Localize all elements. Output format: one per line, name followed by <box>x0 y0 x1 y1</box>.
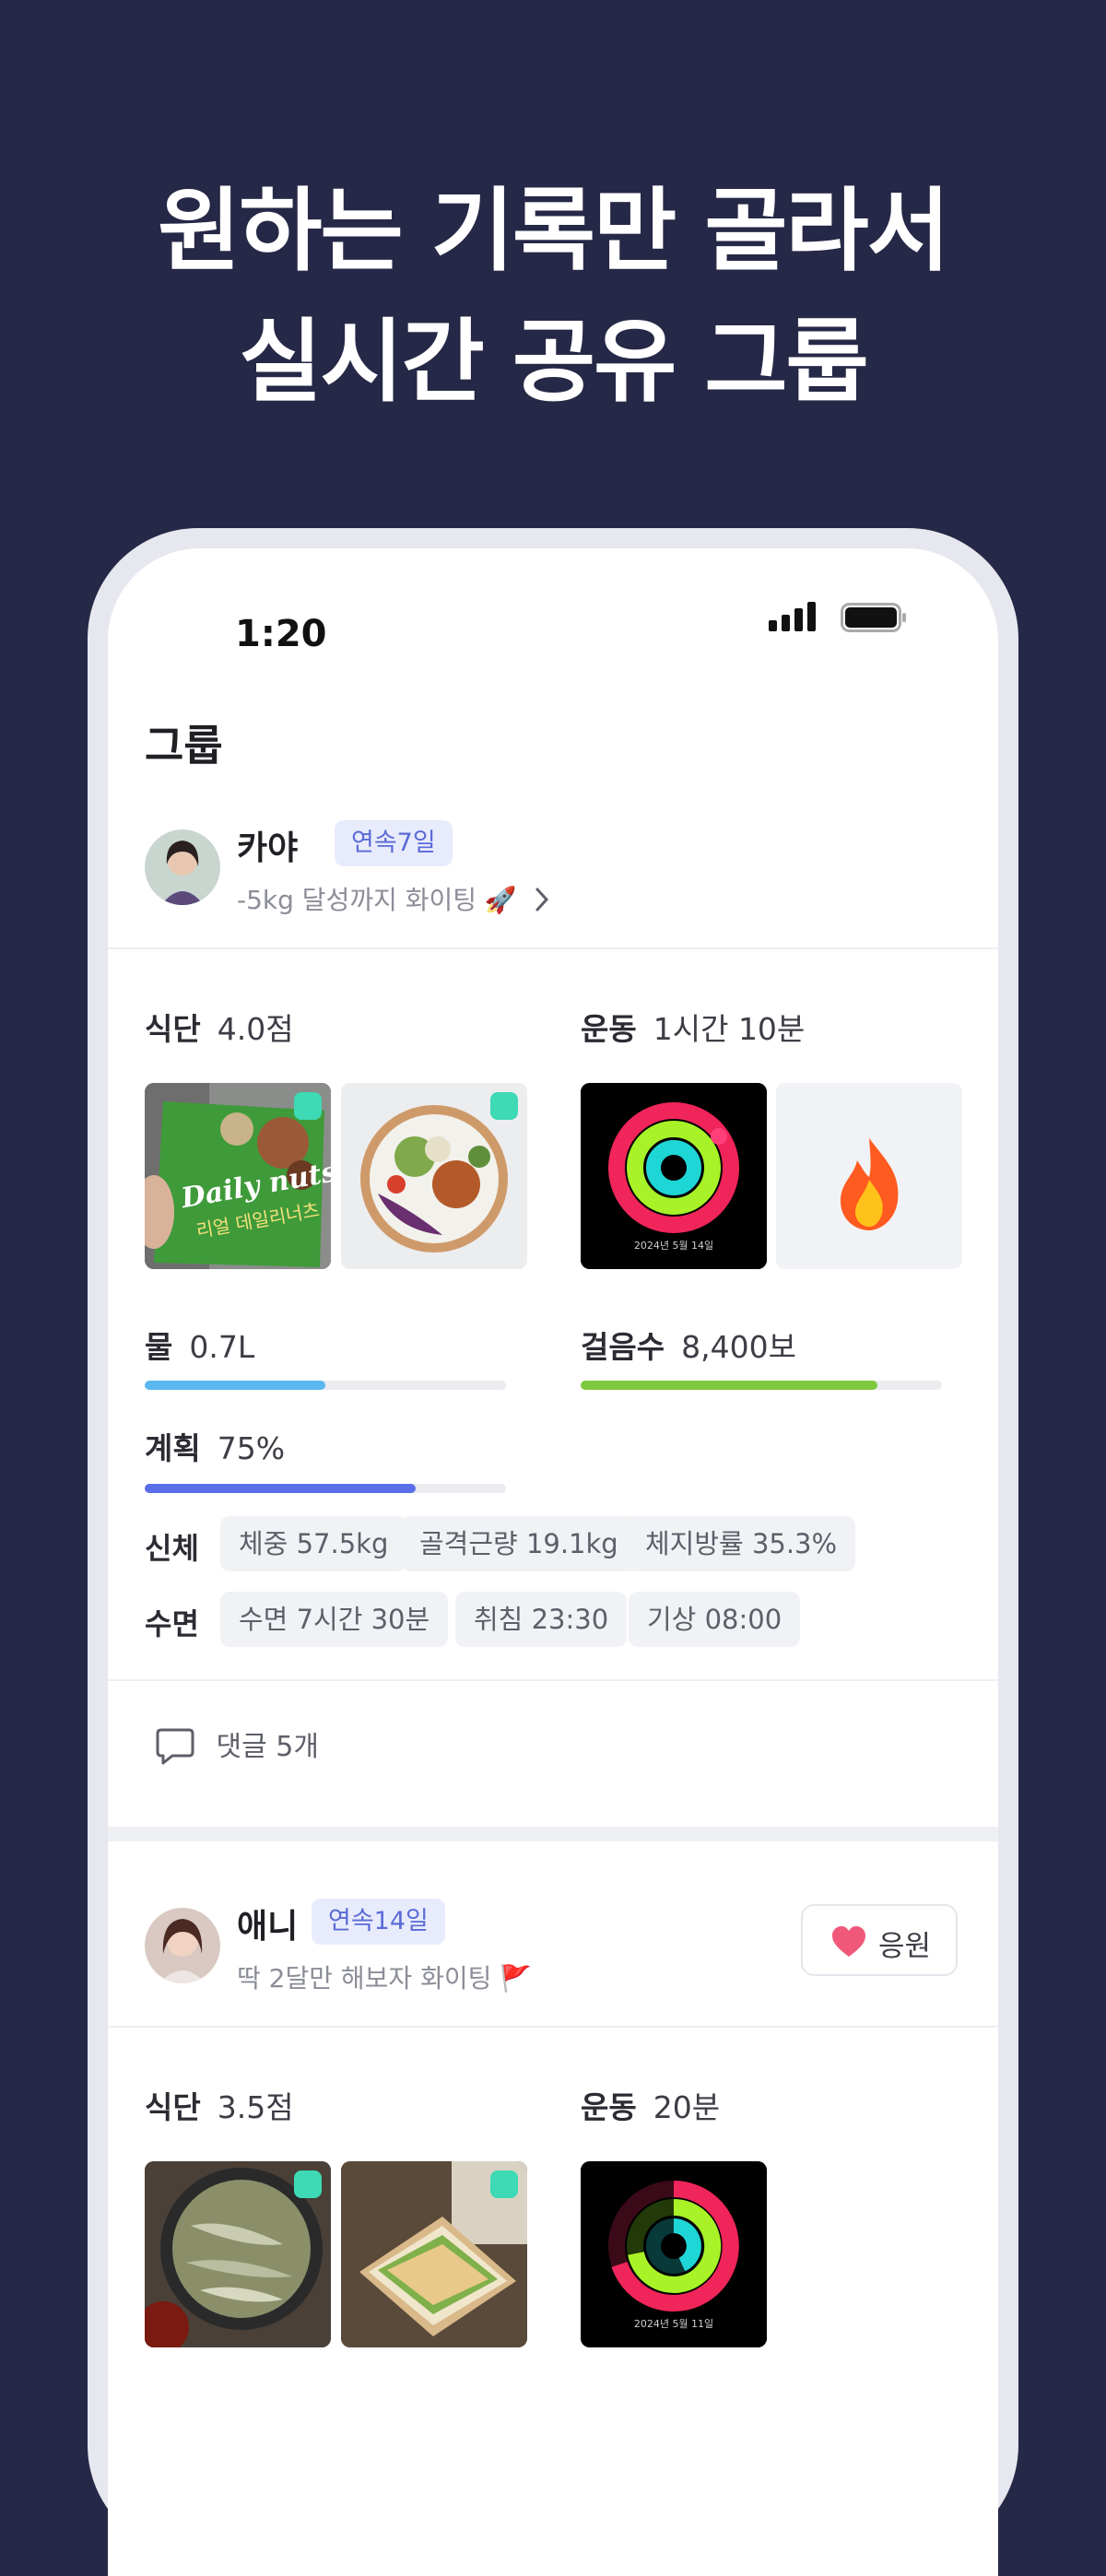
water-progress-fill <box>145 1381 325 1390</box>
streak-badge: 연속14일 <box>312 1899 445 1945</box>
plan-label: 계획 <box>145 1430 201 1466</box>
check-badge <box>294 2170 322 2198</box>
avatar[interactable] <box>145 829 220 905</box>
body-chip-weight: 체중 57.5kg <box>220 1516 407 1571</box>
activity-rings-image: 2024년 5월 11일 <box>581 2161 767 2347</box>
diet-label: 식단 <box>145 1011 201 1047</box>
plan-progress-fill <box>145 1484 416 1493</box>
sleep-label: 수면 <box>145 1606 199 1641</box>
avatar-photo <box>145 1908 220 1983</box>
diet-photo-nuts[interactable]: Daily nuts 리얼 데일리너츠 <box>145 1083 331 1269</box>
steps-progress-fill <box>581 1381 877 1390</box>
page-title: 그룹 <box>145 721 223 770</box>
sleep-chip-duration: 수면 7시간 30분 <box>220 1592 449 1647</box>
battery-icon <box>841 603 906 632</box>
steps-stat: 걸음수 8,400보 <box>581 1323 796 1367</box>
body-label: 신체 <box>145 1531 199 1566</box>
comments-button[interactable]: 댓글 5개 <box>154 1723 319 1767</box>
diet-stat: 식단 3.5점 <box>145 2083 294 2127</box>
section-divider <box>108 1827 998 1841</box>
exercise-placeholder[interactable] <box>776 1083 962 1269</box>
plan-value: 75% <box>217 1430 286 1466</box>
water-progress-bar <box>145 1381 506 1390</box>
headline-line-1: 원하는 기록만 골라서 <box>158 179 950 284</box>
exercise-value: 1시간 10분 <box>653 1011 806 1047</box>
water-label: 물 <box>145 1329 173 1365</box>
diet-value: 3.5점 <box>217 2089 294 2125</box>
steps-progress-bar <box>581 1381 942 1390</box>
exercise-label: 운동 <box>581 1011 637 1047</box>
diet-photo-sandwich[interactable] <box>341 2161 527 2347</box>
divider <box>108 2026 998 2028</box>
status-message-text: -5kg 달성까지 화이팅 🚀 <box>237 885 517 915</box>
user-name[interactable]: 애니 <box>237 1900 298 1947</box>
activity-date: 2024년 5월 14일 <box>634 1239 713 1252</box>
heart-icon <box>832 1926 865 1957</box>
activity-date: 2024년 5월 11일 <box>634 2317 713 2330</box>
comment-icon <box>156 1728 194 1765</box>
plan-stat: 계획 75% <box>145 1424 285 1468</box>
chevron-right-icon <box>535 888 548 912</box>
phone-frame: 1:20 그룹 카야 연속7일 -5kg 달성까지 화이팅 🚀 식단 4.0점 … <box>88 528 1018 2576</box>
steps-value: 8,400보 <box>681 1329 796 1365</box>
avatar-photo <box>145 829 220 905</box>
exercise-stat: 운동 1시간 10분 <box>581 1005 805 1049</box>
signal-icon <box>769 602 816 631</box>
status-message[interactable]: 딱 2달만 해보자 화이팅 🚩 <box>237 1958 532 1995</box>
divider <box>108 1679 998 1681</box>
steps-label: 걸음수 <box>581 1329 665 1365</box>
diet-value: 4.0점 <box>217 1011 294 1047</box>
check-badge <box>490 2170 518 2198</box>
phone-screen: 1:20 그룹 카야 연속7일 -5kg 달성까지 화이팅 🚀 식단 4.0점 … <box>108 548 998 2576</box>
diet-photo-fish[interactable] <box>145 2161 331 2347</box>
exercise-label: 운동 <box>581 2089 637 2125</box>
exercise-stat: 운동 20분 <box>581 2083 720 2127</box>
streak-badge: 연속7일 <box>335 820 453 866</box>
water-stat: 물 0.7L <box>145 1323 254 1367</box>
headline: 원하는 기록만 골라서 실시간 공유 그룹 <box>0 166 1106 428</box>
activity-rings-photo[interactable]: 2024년 5월 14일 <box>581 1083 767 1269</box>
body-chip-fat: 체지방률 35.3% <box>627 1516 856 1571</box>
diet-stat: 식단 4.0점 <box>145 1005 294 1049</box>
cheer-button[interactable]: 응원 <box>801 1904 958 1976</box>
status-time: 1:20 <box>235 613 327 655</box>
cheer-label: 응원 <box>878 1930 932 1963</box>
diet-photo-salad[interactable] <box>341 1083 527 1269</box>
check-badge <box>490 1092 518 1120</box>
status-bar: 1:20 <box>108 548 998 659</box>
status-message[interactable]: -5kg 달성까지 화이팅 🚀 <box>237 880 551 917</box>
avatar[interactable] <box>145 1908 220 1983</box>
comments-count: 댓글 5개 <box>216 1731 319 1763</box>
headline-line-2: 실시간 공유 그룹 <box>239 310 868 415</box>
divider <box>108 947 998 949</box>
fire-icon <box>841 1138 899 1230</box>
activity-rings-photo[interactable]: 2024년 5월 11일 <box>581 2161 767 2347</box>
body-chip-muscle: 골격근량 19.1kg <box>401 1516 637 1571</box>
sleep-chip-bedtime: 취침 23:30 <box>455 1592 628 1647</box>
user-name[interactable]: 카야 <box>237 821 298 869</box>
post-card-annie: 애니 연속14일 딱 2달만 해보자 화이팅 🚩 응원 식단 3.5점 운동 20분 <box>108 1841 998 2576</box>
plan-progress-bar <box>145 1484 506 1493</box>
exercise-value: 20분 <box>653 2089 721 2125</box>
diet-label: 식단 <box>145 2089 201 2125</box>
activity-rings-image: 2024년 5월 14일 <box>581 1083 767 1269</box>
check-badge <box>294 1092 322 1120</box>
sleep-chip-wake: 기상 08:00 <box>629 1592 801 1647</box>
water-value: 0.7L <box>189 1329 255 1365</box>
